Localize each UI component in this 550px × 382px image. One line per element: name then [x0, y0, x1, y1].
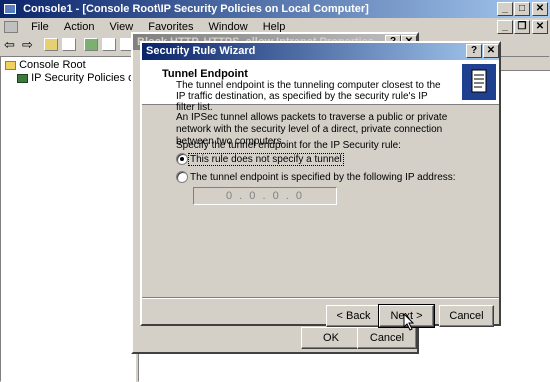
tree-pane: Console Root IP Security Policies on Loc…	[0, 56, 181, 382]
main-maximize-button[interactable]: □	[514, 2, 530, 16]
folder-icon	[5, 60, 16, 70]
tree-root-label: Console Root	[19, 59, 86, 71]
up-folder-icon[interactable]	[44, 38, 58, 51]
child-restore-button[interactable]: ❐	[514, 20, 530, 34]
main-window-icon	[4, 4, 16, 15]
menu-action[interactable]: Action	[58, 19, 101, 35]
wizard-dialog: Security Rule Wizard ? ✕ Tunnel Endpoint…	[140, 41, 501, 331]
mouse-cursor-icon	[403, 313, 415, 331]
forward-arrow-icon[interactable]: ⇨	[22, 37, 33, 53]
tunnel-ip-label[interactable]: The tunnel endpoint is specified by the …	[190, 172, 456, 183]
wizard-divider	[142, 297, 499, 299]
main-titlebar: Console1 - [Console Root\IP Security Pol…	[0, 0, 550, 18]
ipsec-policy-icon	[17, 73, 28, 83]
mmc-doc-icon[interactable]	[4, 21, 18, 33]
details-header	[499, 57, 550, 71]
child-close-button[interactable]: ✕	[532, 20, 548, 34]
export-list-icon[interactable]	[102, 38, 116, 51]
menu-file[interactable]: File	[25, 19, 55, 35]
wizard-cancel-button[interactable]: Cancel	[439, 305, 494, 327]
main-close-button[interactable]: ✕	[532, 2, 548, 16]
certificate-scroll-icon	[462, 64, 496, 100]
child-minimize-button[interactable]: _	[497, 20, 513, 34]
properties-ok-button[interactable]: OK	[301, 327, 361, 349]
wizard-back-button[interactable]: < Back	[326, 305, 381, 327]
show-tree-icon[interactable]	[62, 38, 76, 51]
wizard-prompt-text: Specify the tunnel endpoint for the IP S…	[176, 140, 401, 151]
wizard-header-desc: The tunnel endpoint is the tunneling com…	[176, 80, 441, 113]
no-tunnel-radio[interactable]	[176, 153, 188, 165]
wizard-help-button[interactable]: ?	[466, 44, 482, 58]
main-title: Console1 - [Console Root\IP Security Pol…	[23, 3, 369, 15]
main-minimize-button[interactable]: _	[497, 2, 513, 16]
tunnel-ip-field[interactable]: 0 . 0 . 0 . 0	[193, 187, 337, 205]
wizard-header-title: Tunnel Endpoint	[162, 68, 248, 80]
tree-root-item[interactable]: Console Root	[5, 59, 86, 71]
tunnel-ip-radio[interactable]	[176, 171, 188, 183]
wizard-titlebar: Security Rule Wizard	[142, 43, 499, 60]
back-arrow-icon[interactable]: ⇦	[4, 37, 15, 53]
wizard-header: Tunnel Endpoint The tunnel endpoint is t…	[142, 60, 499, 113]
no-tunnel-label[interactable]: This rule does not specify a tunnel	[188, 153, 344, 166]
wizard-title: Security Rule Wizard	[146, 45, 256, 57]
wizard-close-button[interactable]: ✕	[483, 44, 499, 58]
refresh-icon[interactable]	[84, 38, 98, 51]
